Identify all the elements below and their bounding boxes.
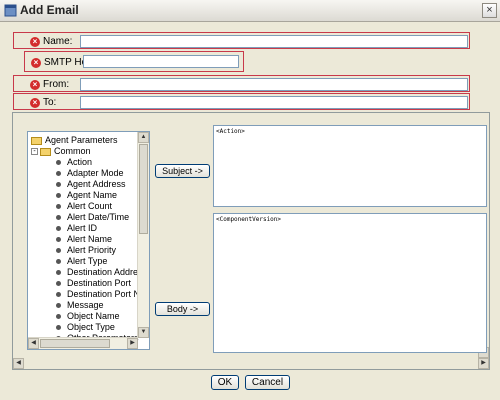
cancel-button[interactable]: Cancel: [245, 375, 290, 390]
tree-item[interactable]: Adapter Mode: [56, 168, 124, 179]
tree-item[interactable]: Agent Address: [56, 179, 126, 190]
tree-item[interactable]: Destination Port Nam: [56, 289, 149, 300]
name-label-text: Name:: [43, 36, 73, 47]
parameter-tree[interactable]: Agent Parameters - Common Action Adapter …: [27, 131, 150, 350]
tree-item-label: Alert Count: [67, 201, 113, 211]
error-icon: ×: [31, 57, 41, 68]
collapse-icon[interactable]: -: [31, 148, 38, 155]
tree-item[interactable]: Alert ID: [56, 223, 97, 234]
smtp-host-frame: × SMTP Host:: [24, 51, 244, 72]
tree-item-label: Alert Name: [67, 234, 113, 244]
tree-item-label: Action: [67, 157, 93, 167]
bullet-icon: [56, 314, 61, 319]
name-input[interactable]: [80, 35, 468, 48]
smtp-host-input[interactable]: [83, 55, 239, 68]
tree-item-label: Agent Name: [67, 190, 118, 200]
tree-item-label: Alert Priority: [67, 245, 117, 255]
name-label: × Name:: [30, 36, 72, 47]
bullet-icon: [56, 193, 61, 198]
tree-item[interactable]: Object Type: [56, 322, 115, 333]
tree-vertical-scrollbar[interactable]: ▲ ▼: [137, 132, 149, 338]
tree-item[interactable]: Destination Address: [56, 267, 147, 278]
from-label: × From:: [30, 79, 69, 90]
from-input[interactable]: [80, 78, 468, 91]
error-icon: ×: [30, 36, 40, 47]
to-label-text: To:: [43, 97, 57, 108]
bullet-icon: [56, 237, 61, 242]
tree-item[interactable]: Agent Name: [56, 190, 117, 201]
bullet-icon: [56, 325, 61, 330]
tree-scroll-down[interactable]: ▼: [138, 327, 149, 338]
tree-item-label: Alert Type: [67, 256, 108, 266]
name-frame: × Name:: [13, 32, 470, 49]
ok-button[interactable]: OK: [211, 375, 239, 390]
bullet-icon: [56, 204, 61, 209]
bullet-icon: [56, 259, 61, 264]
folder-icon: [40, 147, 51, 156]
tree-item-label: Message: [67, 300, 104, 310]
tree-scroll-right[interactable]: ▶: [127, 338, 138, 349]
tree-item[interactable]: Alert Type: [56, 256, 107, 267]
tree-item-label: Agent Address: [67, 179, 126, 189]
bullet-icon: [56, 281, 61, 286]
tree-item-label: Alert Date/Time: [67, 212, 130, 222]
subject-textarea[interactable]: <Action>: [213, 125, 487, 207]
panel-scroll-right[interactable]: ▶: [478, 358, 489, 369]
bullet-icon: [56, 303, 61, 308]
body-textarea[interactable]: <ComponentVersion>: [213, 213, 487, 353]
bullet-icon: [56, 270, 61, 275]
bullet-icon: [56, 292, 61, 297]
bullet-icon: [56, 171, 61, 176]
tree-item-label: Destination Port: [67, 278, 132, 288]
body-button[interactable]: Body ->: [155, 302, 210, 316]
tree-item[interactable]: Alert Date/Time: [56, 212, 129, 223]
from-frame: × From:: [13, 75, 470, 92]
tree-group[interactable]: - Common: [31, 146, 91, 157]
tree-scroll-left[interactable]: ◀: [28, 338, 39, 349]
error-icon: ×: [30, 79, 40, 90]
tree-root-label: Agent Parameters: [45, 135, 118, 145]
tree-item[interactable]: Alert Priority: [56, 245, 116, 256]
tree-item[interactable]: Alert Name: [56, 234, 112, 245]
tree-scroll-thumb[interactable]: [139, 144, 148, 234]
subject-button[interactable]: Subject ->: [155, 164, 210, 178]
tree-hscroll-thumb[interactable]: [40, 339, 110, 348]
tree-item-label: Adapter Mode: [67, 168, 124, 178]
from-label-text: From:: [43, 79, 70, 90]
folder-icon: [31, 136, 42, 145]
tree-group-label: Common: [54, 146, 91, 156]
tree-item[interactable]: Destination Port: [56, 278, 131, 289]
tree-item-label: Object Name: [67, 311, 120, 321]
tree-root[interactable]: Agent Parameters: [31, 135, 118, 146]
bullet-icon: [56, 226, 61, 231]
tree-item[interactable]: Message: [56, 300, 104, 311]
tree-item-label: Alert ID: [67, 223, 98, 233]
close-button[interactable]: ×: [482, 3, 497, 18]
to-label: × To:: [30, 97, 56, 108]
tree-horizontal-scrollbar[interactable]: ◀ ▶: [28, 337, 138, 349]
bullet-icon: [56, 160, 61, 165]
tree-item[interactable]: Alert Count: [56, 201, 112, 212]
window-title: Add Email: [20, 3, 79, 17]
title-bar: Add Email ×: [0, 0, 500, 22]
tree-item-label: Object Type: [67, 322, 115, 332]
bullet-icon: [56, 182, 61, 187]
tree-item[interactable]: Action: [56, 157, 92, 168]
tree-scroll-up[interactable]: ▲: [138, 132, 149, 143]
to-input[interactable]: [80, 96, 468, 109]
window-icon: [4, 4, 17, 17]
bullet-icon: [56, 248, 61, 253]
to-frame: × To:: [13, 93, 470, 110]
panel-scroll-left[interactable]: ◀: [13, 358, 24, 369]
tree-item[interactable]: Object Name: [56, 311, 120, 322]
tree-item-label: Destination Address: [67, 267, 148, 277]
bullet-icon: [56, 215, 61, 220]
error-icon: ×: [30, 97, 40, 108]
